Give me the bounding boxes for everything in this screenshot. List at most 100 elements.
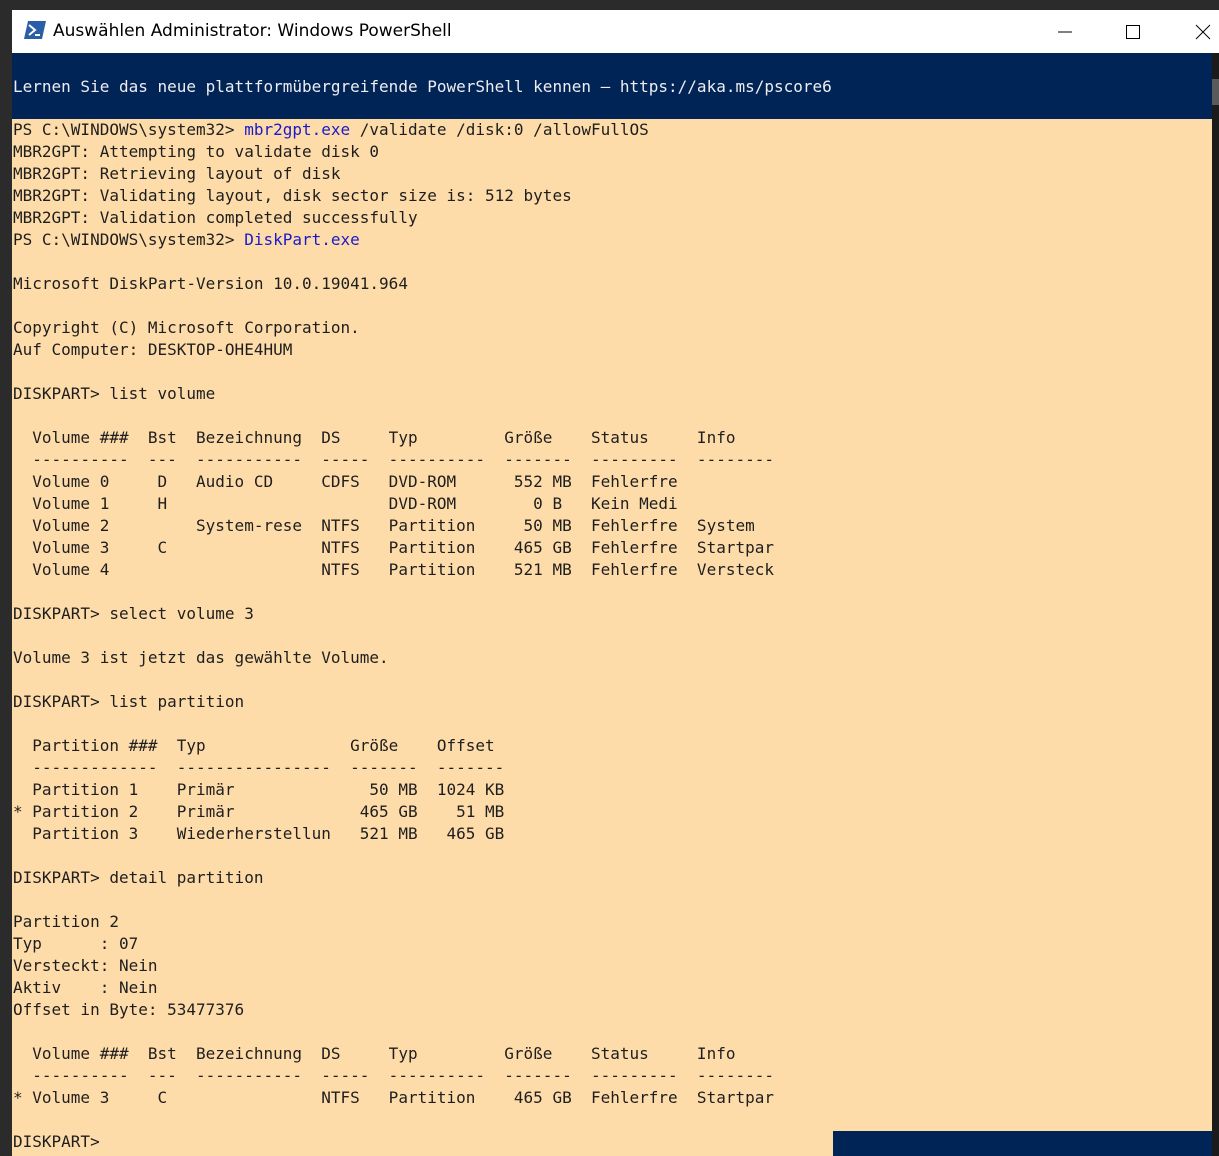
console-line: PS C:\WINDOWS\system32> DiskPart.exe <box>13 229 774 251</box>
console-line: DISKPART> detail partition <box>13 867 774 889</box>
powershell-icon <box>24 21 46 39</box>
console-text: MBR2GPT: Validation completed successful… <box>13 208 418 227</box>
console-line: Volume 3 ist jetzt das gewählte Volume. <box>13 647 774 669</box>
console-line: Auf Computer: DESKTOP-OHE4HUM <box>13 339 774 361</box>
console-line: Typ : 07 <box>13 933 774 955</box>
console-line: MBR2GPT: Validation completed successful… <box>13 207 774 229</box>
console-line: Volume 4 NTFS Partition 521 MB Fehlerfre… <box>13 559 774 581</box>
console-line: PS C:\WINDOWS\system32> mbr2gpt.exe /val… <box>13 119 774 141</box>
console-line: Versteckt: Nein <box>13 955 774 977</box>
console-line: ------------- ---------------- ------- -… <box>13 757 774 779</box>
console-text: Volume 4 NTFS Partition 521 MB Fehlerfre… <box>13 560 774 579</box>
console-line: Microsoft DiskPart-Version 10.0.19041.96… <box>13 273 774 295</box>
minimize-icon <box>1058 31 1072 32</box>
console-line: * Volume 3 C NTFS Partition 465 GB Fehle… <box>13 1087 774 1109</box>
console-line: Volume ### Bst Bezeichnung DS Typ Größe … <box>13 427 774 449</box>
console-line: * Partition 2 Primär 465 GB 51 MB <box>13 801 774 823</box>
console-area[interactable]: Lernen Sie das neue plattformübergreifen… <box>12 53 1212 1156</box>
console-line: DISKPART> select volume 3 <box>13 603 774 625</box>
console-line: Partition 2 <box>13 911 774 933</box>
console-line: Offset in Byte: 53477376 <box>13 999 774 1021</box>
console-text: Versteckt: Nein <box>13 956 158 975</box>
console-text: MBR2GPT: Attempting to validate disk 0 <box>13 142 380 161</box>
console-line: ---------- --- ----------- ----- -------… <box>13 449 774 471</box>
console-text: MBR2GPT: Retrieving layout of disk <box>13 164 341 183</box>
console-text: MBR2GPT: Validating layout, disk sector … <box>13 186 572 205</box>
close-icon <box>1195 24 1211 39</box>
console-text: Volume 3 C NTFS Partition 465 GB Fehlerf… <box>13 538 774 557</box>
vertical-scrollbar[interactable] <box>1212 53 1219 1156</box>
console-line: Aktiv : Nein <box>13 977 774 999</box>
console-line: Volume 3 C NTFS Partition 465 GB Fehlerf… <box>13 537 774 559</box>
console-line: Partition 3 Wiederherstellun 521 MB 465 … <box>13 823 774 845</box>
console-text: DISKPART> list partition <box>13 692 245 711</box>
console-line: MBR2GPT: Validating layout, disk sector … <box>13 185 774 207</box>
maximize-button[interactable] <box>1110 10 1156 53</box>
window-title: Auswählen Administrator: Windows PowerSh… <box>53 21 452 41</box>
console-text: Copyright (C) Microsoft Corporation. <box>13 318 360 337</box>
console-text: Microsoft DiskPart-Version 10.0.19041.96… <box>13 274 408 293</box>
console-line: Volume 0 D Audio CD CDFS DVD-ROM 552 MB … <box>13 471 774 493</box>
banner-area: Lernen Sie das neue plattformübergreifen… <box>12 53 1212 119</box>
console-text: Volume 3 ist jetzt das gewählte Volume. <box>13 648 389 667</box>
console-text: DISKPART> <box>13 1132 110 1151</box>
console-text: DISKPART> select volume 3 <box>13 604 254 623</box>
console-line: Volume 1 H DVD-ROM 0 B Kein Medi <box>13 493 774 515</box>
command-name: DiskPart.exe <box>244 230 360 249</box>
console-line: MBR2GPT: Attempting to validate disk 0 <box>13 141 774 163</box>
close-button[interactable] <box>1180 10 1219 53</box>
console-text: Partition 2 <box>13 912 119 931</box>
console-line: Volume 2 System-rese NTFS Partition 50 M… <box>13 515 774 537</box>
console-text: PS C:\WINDOWS\system32> <box>13 120 245 139</box>
console-line: Volume ### Bst Bezeichnung DS Typ Größe … <box>13 1043 774 1065</box>
maximize-icon <box>1126 24 1140 39</box>
console-text: Volume 1 H DVD-ROM 0 B Kein Medi <box>13 494 678 513</box>
console-text: ---------- --- ----------- ----- -------… <box>13 1066 774 1085</box>
console-text: ---------- --- ----------- ----- -------… <box>13 450 774 469</box>
title-bar[interactable]: Auswählen Administrator: Windows PowerSh… <box>12 10 1219 53</box>
console-line: Copyright (C) Microsoft Corporation. <box>13 317 774 339</box>
console-text: Typ : 07 <box>13 934 139 953</box>
console-text: PS C:\WINDOWS\system32> <box>13 230 245 249</box>
console-output[interactable]: PS C:\WINDOWS\system32> mbr2gpt.exe /val… <box>13 119 774 1153</box>
console-line: DISKPART> list volume <box>13 383 774 405</box>
console-text: * Volume 3 C NTFS Partition 465 GB Fehle… <box>13 1088 774 1107</box>
banner-text: Lernen Sie das neue plattformübergreifen… <box>13 77 832 96</box>
console-line: Partition 1 Primär 50 MB 1024 KB <box>13 779 774 801</box>
command-args: /validate /disk:0 /allowFullOS <box>350 120 649 139</box>
console-text: ------------- ---------------- ------- -… <box>13 758 505 777</box>
console-text: Partition 3 Wiederherstellun 521 MB 465 … <box>13 824 505 843</box>
console-text: Volume 0 D Audio CD CDFS DVD-ROM 552 MB … <box>13 472 678 491</box>
scrollbar-thumb[interactable] <box>1212 79 1219 105</box>
console-text: Auf Computer: DESKTOP-OHE4HUM <box>13 340 293 359</box>
console-line: MBR2GPT: Retrieving layout of disk <box>13 163 774 185</box>
console-line: Partition ### Typ Größe Offset <box>13 735 774 757</box>
console-text: DISKPART> detail partition <box>13 868 264 887</box>
console-text: Partition 1 Primär 50 MB 1024 KB <box>13 780 505 799</box>
console-text: * Partition 2 Primär 465 GB 51 MB <box>13 802 505 821</box>
console-text: Volume ### Bst Bezeichnung DS Typ Größe … <box>13 428 736 447</box>
console-text: Offset in Byte: 53477376 <box>13 1000 245 1019</box>
console-line: DISKPART> list partition <box>13 691 774 713</box>
console-line: ---------- --- ----------- ----- -------… <box>13 1065 774 1087</box>
minimize-button[interactable] <box>1042 10 1088 53</box>
console-text: Partition ### Typ Größe Offset <box>13 736 495 755</box>
console-line: DISKPART> <box>13 1131 774 1153</box>
console-text: DISKPART> list volume <box>13 384 216 403</box>
console-text: Aktiv : Nein <box>13 978 158 997</box>
console-text: Volume ### Bst Bezeichnung DS Typ Größe … <box>13 1044 736 1063</box>
command-name: mbr2gpt.exe <box>244 120 351 139</box>
console-text: Volume 2 System-rese NTFS Partition 50 M… <box>13 516 755 535</box>
